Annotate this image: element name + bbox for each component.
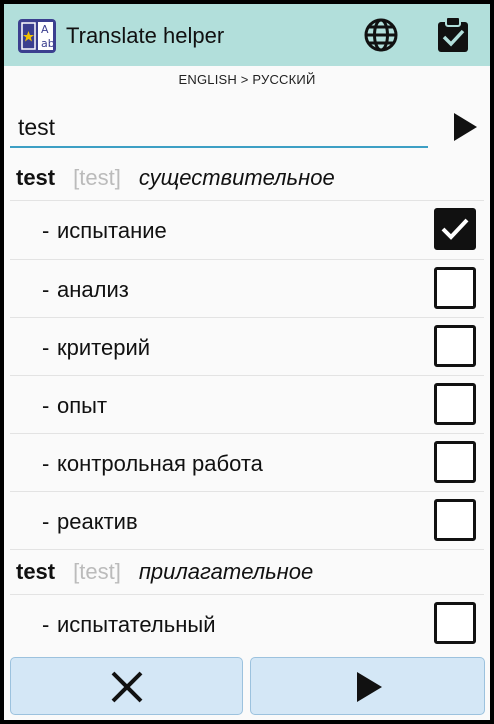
play-icon[interactable] xyxy=(452,112,478,142)
translation-label: анализ xyxy=(57,277,129,302)
list-bullet: - xyxy=(42,393,50,418)
svg-text:A: A xyxy=(41,23,49,36)
divider xyxy=(10,549,484,550)
list-bullet: - xyxy=(42,218,50,243)
translation-checkbox[interactable] xyxy=(434,602,476,644)
list-bullet: - xyxy=(42,451,50,476)
translation-label: опыт xyxy=(57,393,108,418)
part-of-speech: существительное xyxy=(138,165,335,190)
cancel-button[interactable] xyxy=(10,657,243,715)
translation-checkbox[interactable] xyxy=(434,325,476,367)
list-bullet: - xyxy=(42,277,50,302)
transcription: [test] xyxy=(73,559,121,584)
translation-label: испытание xyxy=(57,218,167,243)
search-input[interactable] xyxy=(10,108,428,148)
translation-checkbox[interactable] xyxy=(434,383,476,425)
translation-checkbox[interactable] xyxy=(434,267,476,309)
headword: test xyxy=(16,559,56,584)
entry-header: test [test] существительное xyxy=(10,158,490,198)
translation-checkbox[interactable] xyxy=(434,499,476,541)
list-bullet: - xyxy=(42,612,50,637)
globe-icon[interactable] xyxy=(362,16,400,54)
translation-label: испытательный xyxy=(57,612,216,637)
svg-text:ab: ab xyxy=(41,37,55,50)
list-item[interactable]: - контрольная работа xyxy=(4,434,490,492)
translation-label: реактив xyxy=(57,509,138,534)
checkmark-icon xyxy=(441,218,469,240)
play-icon xyxy=(357,672,382,702)
app-bar: A ab Translate helper xyxy=(4,4,490,66)
dictionary-book-icon: A ab xyxy=(18,19,56,53)
list-item[interactable]: - испытание xyxy=(4,201,490,259)
close-icon xyxy=(111,671,143,703)
list-item[interactable]: - испытательный xyxy=(4,595,490,653)
list-item[interactable]: - опыт xyxy=(4,376,490,434)
translation-checkbox[interactable] xyxy=(434,441,476,483)
language-pair-label[interactable]: ENGLISH > РУССКИЙ xyxy=(4,72,490,87)
app-screen: A ab Translate helper ENGLISH > РУССКИЙ … xyxy=(4,4,490,720)
translation-checkbox[interactable] xyxy=(434,208,476,250)
list-item[interactable]: - реактив xyxy=(4,492,490,550)
translation-label: критерий xyxy=(57,335,151,360)
entry-header: test [test] прилагательное xyxy=(10,552,490,592)
transcription: [test] xyxy=(73,165,121,190)
part-of-speech: прилагательное xyxy=(138,559,314,584)
list-item[interactable]: - критерий xyxy=(4,318,490,376)
clipboard-check-icon[interactable] xyxy=(436,16,470,54)
proceed-button[interactable] xyxy=(250,657,485,715)
list-bullet: - xyxy=(42,509,50,534)
list-bullet: - xyxy=(42,335,50,360)
list-item[interactable]: - анализ xyxy=(4,260,490,318)
app-title: Translate helper xyxy=(66,23,225,48)
headword: test xyxy=(16,165,56,190)
translation-label: контрольная работа xyxy=(57,451,263,476)
